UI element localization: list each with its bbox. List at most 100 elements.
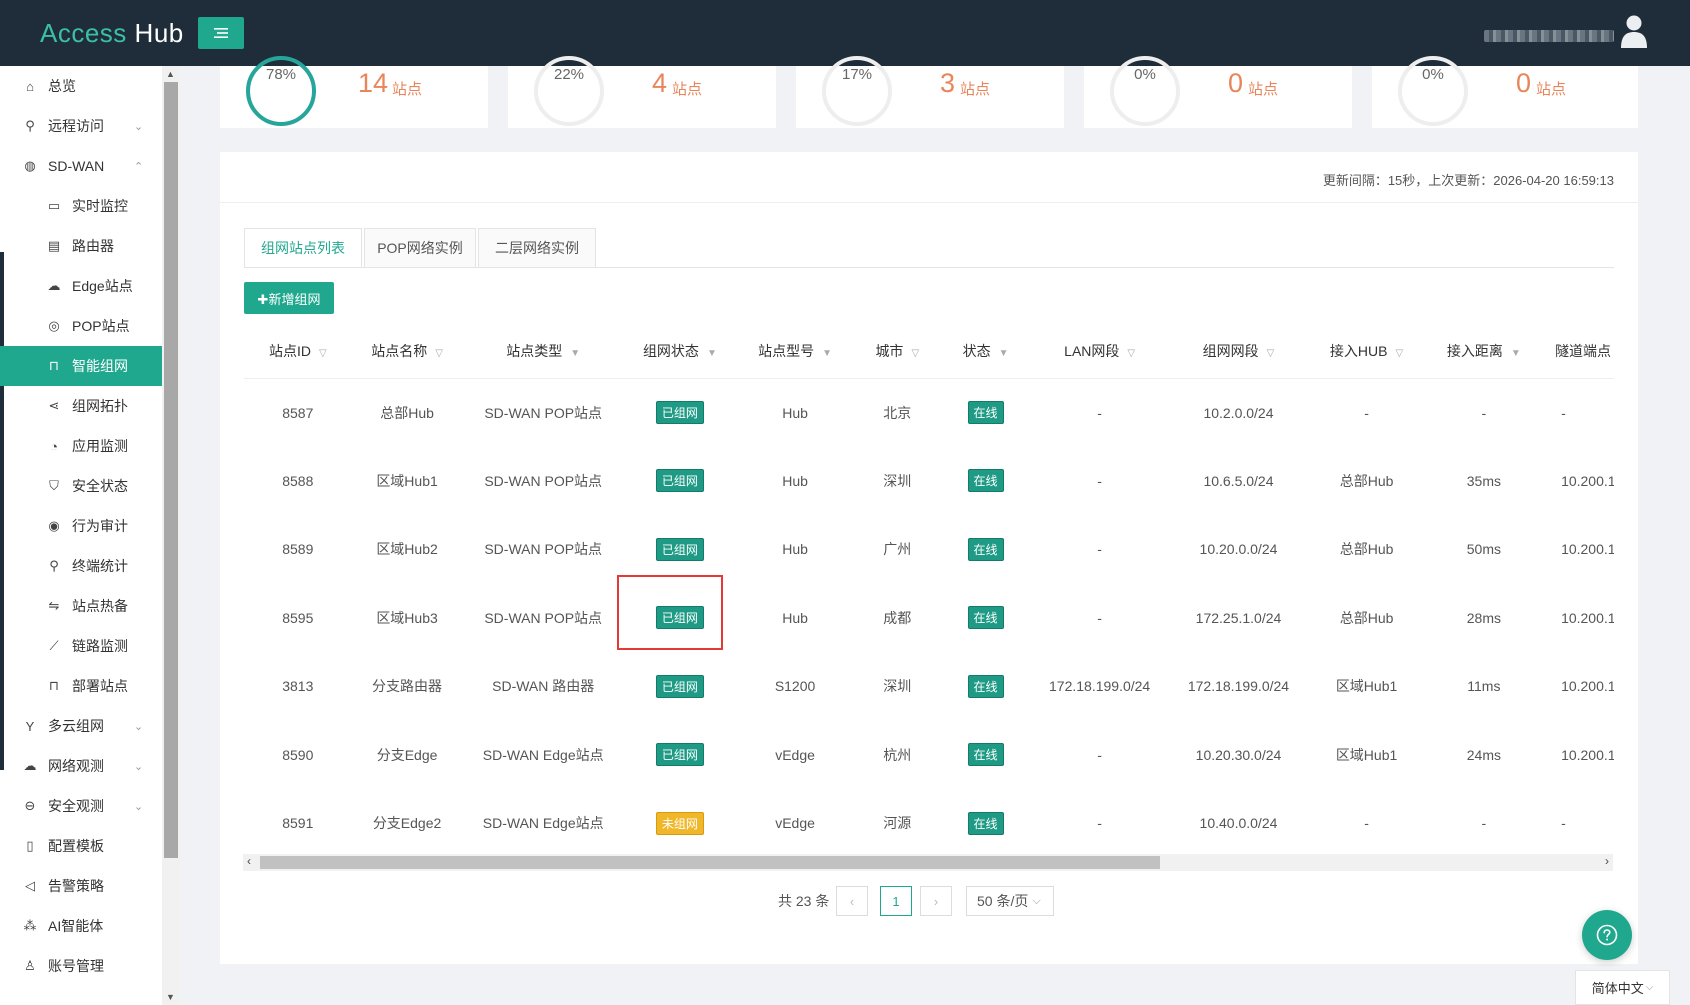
sidebar-item-network-topology[interactable]: ⋖ 组网拓扑 — [0, 386, 162, 426]
user-name-blurred[interactable] — [1484, 30, 1614, 42]
sidebar-item-app-monitor[interactable]: ◔ 应用监测 — [0, 426, 162, 466]
filter-icon[interactable]: ▼ — [822, 348, 832, 359]
menu-toggle-button[interactable] — [198, 17, 244, 49]
table-cell: Hub — [782, 609, 808, 626]
app-logo[interactable]: Access Hub — [40, 18, 184, 49]
page-number-button[interactable]: 1 — [880, 886, 912, 916]
cloud-icon: ☁ — [47, 278, 61, 293]
document-icon: ▯ — [26, 838, 34, 853]
scroll-left-arrow-icon[interactable]: ‹ — [247, 854, 251, 868]
stat-card: 17% 3 站点 — [796, 56, 1064, 128]
sidebar-scroll-thumb[interactable] — [164, 82, 178, 858]
sidebar-item-config-template[interactable]: ▯ 配置模板 — [0, 826, 162, 866]
table-cell: 深圳 — [883, 678, 912, 695]
table-row[interactable]: 8590 分支Edge SD-WAN Edge站点 已组网 vEdge 杭州 在线 - 10.2… — [244, 721, 1614, 790]
sidebar-item-security-status[interactable]: ⛉ 安全状态 — [0, 466, 162, 506]
table-cell: 8589 — [282, 541, 314, 558]
table-row[interactable]: 8589 区域Hub2 SD-WAN POP站点 已组网 Hub 广州 在线 - 10.20.0… — [244, 515, 1614, 584]
filter-icon[interactable]: ▽ — [435, 348, 443, 359]
network-status-badge: 已组网 — [655, 401, 704, 424]
table-row[interactable]: 3813 分支路由器 SD-WAN 路由器 已组网 S1200 深圳 在线 172.18.19… — [244, 652, 1614, 721]
filter-icon[interactable]: ▼ — [1511, 348, 1521, 359]
column-header[interactable]: 组网网段 ▽ — [1168, 324, 1309, 379]
sidebar-item-realtime-monitor[interactable]: ▭ 实时监控 — [0, 186, 162, 226]
table-cell: 已组网 — [624, 652, 736, 721]
sidebar-item-network-observe[interactable]: ☁ 网络观测 ⌄ — [0, 746, 162, 786]
filter-icon[interactable]: ▽ — [1267, 348, 1275, 359]
table-cell: 区域Hub1 — [1335, 746, 1398, 763]
chevron-left-icon: ‹ — [849, 893, 855, 909]
table-cell: 深圳 — [883, 472, 912, 489]
column-header[interactable]: 站点型号 ▼ — [735, 324, 855, 379]
filter-icon[interactable]: ▽ — [319, 348, 327, 359]
column-header[interactable]: 接入距离 ▼ — [1424, 324, 1544, 379]
column-header[interactable]: 状态 ▼ — [940, 324, 1031, 379]
prev-page-button[interactable]: ‹ — [836, 886, 868, 916]
filter-icon[interactable]: ▼ — [570, 348, 580, 359]
table-cell: SD-WAN POP站点 — [484, 472, 603, 489]
column-header[interactable]: 接入HUB ▽ — [1308, 324, 1425, 379]
sidebar-item-sdwan[interactable]: ◍ SD-WAN ⌃ — [0, 146, 162, 186]
scroll-down-arrow-icon[interactable]: ▼ — [166, 992, 175, 1002]
sidebar-item-link-monitor[interactable]: ⟋ 链路监测 — [0, 626, 162, 666]
table-cell: 已组网 — [624, 515, 736, 584]
sidebar-item-site-hot-standby[interactable]: ⇋ 站点热备 — [0, 586, 162, 626]
scroll-up-arrow-icon[interactable]: ▲ — [166, 69, 175, 79]
add-network-button[interactable]: ✚新增组网 — [244, 282, 334, 314]
user-avatar-icon[interactable] — [1620, 14, 1648, 48]
table-cell: - — [1097, 472, 1102, 489]
help-button[interactable] — [1582, 910, 1632, 960]
column-header[interactable]: 站点类型 ▼ — [462, 324, 624, 379]
column-header[interactable]: 站点ID ▽ — [244, 324, 352, 379]
language-select[interactable]: 简体中文 ⌵ — [1575, 970, 1670, 1005]
site-table: 站点ID ▽ 站点名称 ▽ 站点类型 ▼ 组网状态 ▼ 站点型号 ▼ 城市 ▽ 状态 ▼ LA… — [244, 324, 1614, 854]
online-status-badge: 在线 — [967, 401, 1004, 424]
column-header[interactable]: 隧道端点 — [1543, 324, 1614, 379]
sidebar-item-terminal-stats[interactable]: ⚲ 终端统计 — [0, 546, 162, 586]
sidebar-item-smart-network[interactable]: ⊓ 智能组网 — [0, 346, 162, 386]
filter-icon[interactable]: ▼ — [999, 348, 1009, 359]
table-cell: 24ms — [1466, 746, 1501, 763]
table-row[interactable]: 8588 区域Hub1 SD-WAN POP站点 已组网 Hub 深圳 在线 - 10.6.5.… — [244, 447, 1614, 516]
column-header[interactable]: LAN网段 ▽ — [1030, 324, 1169, 379]
column-header[interactable]: 组网状态 ▼ — [623, 324, 736, 379]
column-header[interactable]: 城市 ▽ — [854, 324, 941, 379]
users-icon: ♙ — [24, 958, 36, 973]
online-status-badge: 在线 — [967, 537, 1004, 561]
table-cell: 10.20.30.0/24 — [1195, 746, 1282, 763]
sidebar-item-edge-site[interactable]: ☁ Edge站点 — [0, 266, 162, 306]
sidebar-item-router[interactable]: ▤ 路由器 — [0, 226, 162, 266]
sidebar-item-pop-site[interactable]: ◎ POP站点 — [0, 306, 162, 346]
table-row[interactable]: 8587 总部Hub SD-WAN POP站点 已组网 Hub 北京 在线 - 10.2.0.0… — [244, 378, 1614, 447]
column-header[interactable]: 站点名称 ▽ — [351, 324, 463, 379]
filter-icon[interactable]: ▽ — [1395, 348, 1403, 359]
tab-pop-instance[interactable]: POP网络实例 — [364, 228, 476, 268]
sidebar-item-alert-policy[interactable]: ◁ 告警策略 — [0, 866, 162, 906]
sidebar-item-multicloud[interactable]: Y 多云组网 ⌄ — [0, 706, 162, 746]
table-cell: 杭州 — [883, 746, 912, 763]
table-row[interactable]: 8591 分支Edge2 SD-WAN Edge站点 未组网 vEdge 河源 在线 - 10.… — [244, 789, 1614, 854]
table-scroll-thumb[interactable] — [260, 856, 1160, 869]
sidebar-item-security-observe[interactable]: ⊖ 安全观测 ⌄ — [0, 786, 162, 826]
sidebar-item-overview[interactable]: ⌂ 总览 — [0, 66, 162, 106]
next-page-button[interactable]: › — [920, 886, 952, 916]
chevron-up-icon: ⌃ — [134, 160, 144, 173]
filter-icon[interactable]: ▽ — [1127, 348, 1135, 359]
filter-icon[interactable]: ▽ — [911, 348, 919, 359]
tab-layer2-instance[interactable]: 二层网络实例 — [478, 228, 596, 268]
sidebar-item-behavior-audit[interactable]: ◉ 行为审计 — [0, 506, 162, 546]
scroll-right-arrow-icon[interactable]: › — [1605, 854, 1609, 868]
tab-site-list[interactable]: 组网站点列表 — [244, 228, 362, 268]
sidebar-item-ai-agent[interactable]: ⁂ AI智能体 — [0, 906, 162, 946]
site-list-panel: 更新间隔：15秒，上次更新：2026-04-20 16:59:13 组网站点列表… — [220, 152, 1638, 964]
cloud-icon: ☁ — [23, 758, 37, 773]
table-horizontal-scrollbar[interactable]: ‹ › — [243, 854, 1613, 871]
filter-icon[interactable]: ▼ — [707, 348, 717, 359]
page-size-select[interactable]: 50 条/页 ⌵ — [966, 886, 1054, 916]
sidebar-scrollbar[interactable]: ▲ ▼ — [162, 66, 180, 1005]
monitor-icon: ▭ — [47, 198, 61, 213]
sidebar-item-account-manage[interactable]: ♙ 账号管理 — [0, 946, 162, 986]
sidebar-item-remote-access[interactable]: ⚲ 远程访问 ⌄ — [0, 106, 162, 146]
sidebar-item-deploy-site[interactable]: ⊓ 部署站点 — [0, 666, 162, 706]
table-row[interactable]: 8595 区域Hub3 SD-WAN POP站点 已组网 Hub 成都 在线 -172.25.… — [244, 584, 1614, 653]
